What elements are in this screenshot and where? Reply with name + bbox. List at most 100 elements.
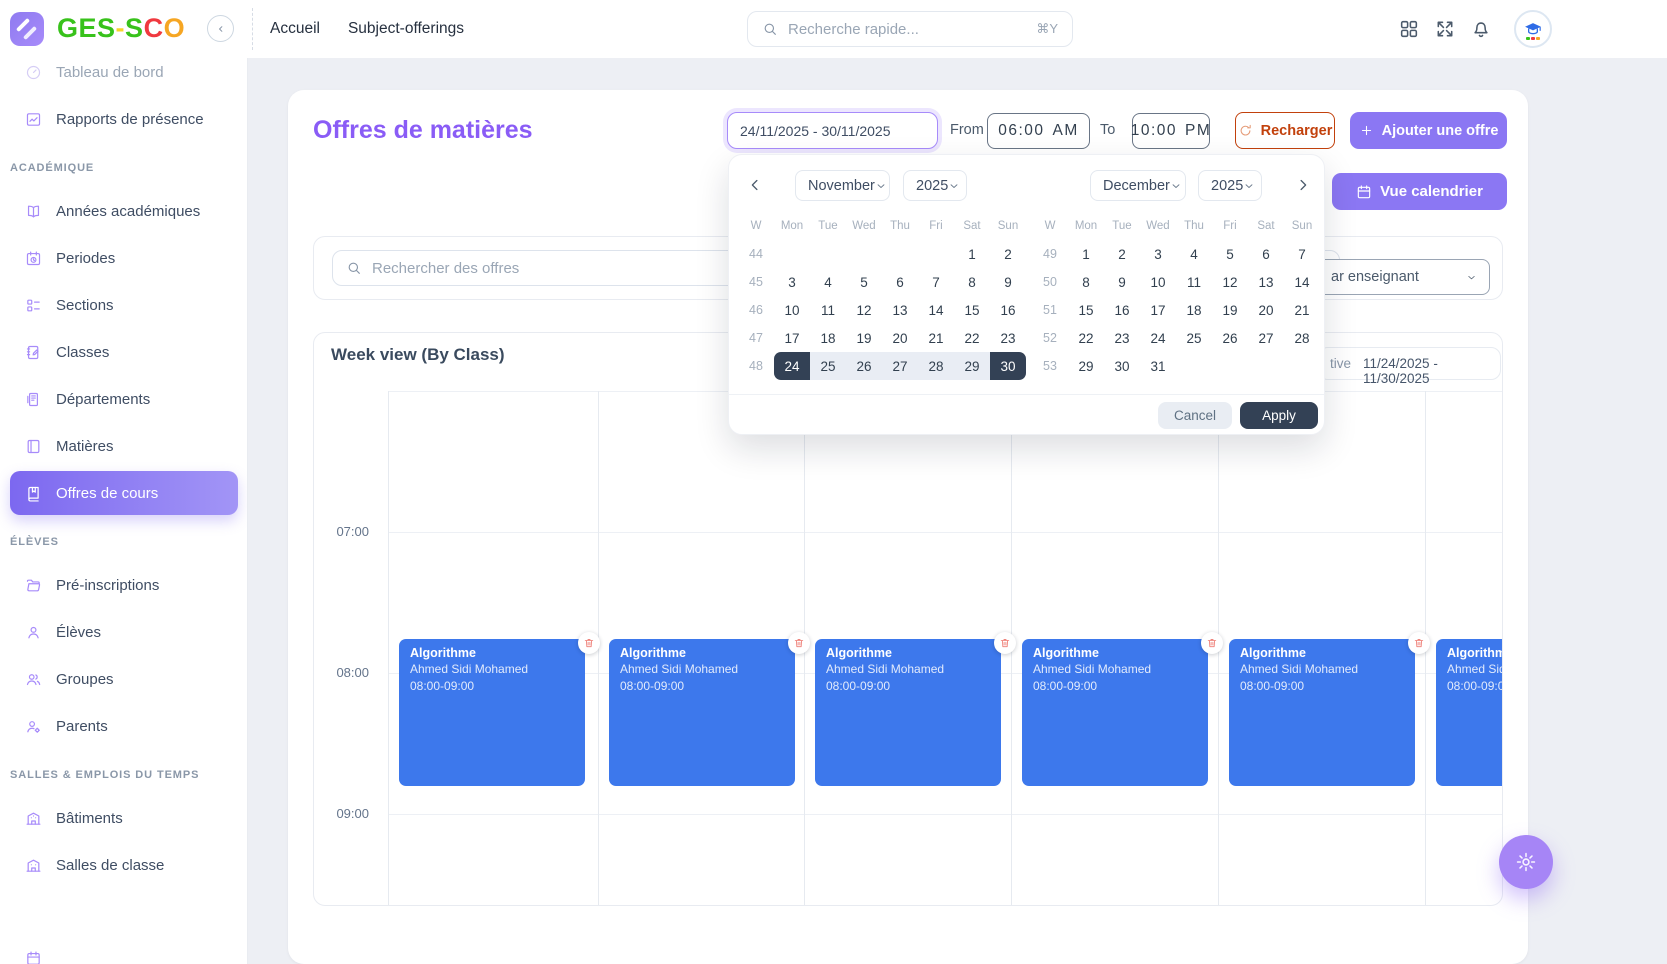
sidebar-item-salles-de-classe[interactable]: Salles de classe: [10, 843, 238, 887]
calendar-day[interactable]: 19: [1212, 296, 1248, 324]
delete-event-button[interactable]: [1201, 632, 1223, 654]
calendar-day[interactable]: 27: [1248, 324, 1284, 352]
notifications-button[interactable]: [1470, 18, 1492, 40]
sidebar-item-annees-academiques[interactable]: Années académiques: [10, 189, 238, 233]
calendar-day[interactable]: 21: [918, 324, 954, 352]
nav-link-subject-offerings[interactable]: Subject-offerings: [348, 20, 464, 38]
calendar-day[interactable]: 16: [1104, 296, 1140, 324]
calendar-day[interactable]: 9: [1104, 268, 1140, 296]
calendar-day[interactable]: 12: [1212, 268, 1248, 296]
calendar-day[interactable]: 13: [1248, 268, 1284, 296]
sidebar-item-groupes[interactable]: Groupes: [10, 657, 238, 701]
calendar-day[interactable]: 1: [1068, 240, 1104, 268]
calendar-day[interactable]: 19: [846, 324, 882, 352]
delete-event-button[interactable]: [788, 632, 810, 654]
calendar-day[interactable]: 4: [810, 268, 846, 296]
cancel-button[interactable]: Cancel: [1158, 402, 1232, 429]
calendar-day[interactable]: 6: [882, 268, 918, 296]
calendar-day[interactable]: 20: [1248, 296, 1284, 324]
calendar-view-button[interactable]: Vue calendrier: [1332, 173, 1507, 210]
calendar-day[interactable]: 1: [954, 240, 990, 268]
calendar-day[interactable]: 27: [882, 352, 918, 380]
calendar-day[interactable]: 17: [774, 324, 810, 352]
calendar-day[interactable]: 28: [918, 352, 954, 380]
delete-event-button[interactable]: [994, 632, 1016, 654]
calendar-day[interactable]: 2: [990, 240, 1026, 268]
global-search-input[interactable]: Recherche rapide... ⌘Y: [747, 11, 1073, 47]
right-month-select[interactable]: December: [1090, 170, 1186, 201]
sidebar-item-departements[interactable]: Départements: [10, 377, 238, 421]
apps-grid-button[interactable]: [1398, 18, 1420, 40]
calendar-day[interactable]: 16: [990, 296, 1026, 324]
calendar-event[interactable]: AlgorithmeAhmed Sidi Mohamed08:00-09:00: [399, 639, 585, 786]
calendar-day[interactable]: 14: [1284, 268, 1320, 296]
calendar-day[interactable]: 3: [774, 268, 810, 296]
calendar-day[interactable]: 14: [918, 296, 954, 324]
sidebar-item-eleves[interactable]: Élèves: [10, 610, 238, 654]
sidebar-item-timetable-icon[interactable]: [10, 936, 238, 964]
sidebar-item-classes[interactable]: Classes: [10, 330, 238, 374]
fullscreen-button[interactable]: [1434, 18, 1456, 40]
from-time-input[interactable]: 06:00AM: [987, 113, 1090, 149]
calendar-day[interactable]: 29: [954, 352, 990, 380]
calendar-day[interactable]: 10: [774, 296, 810, 324]
user-avatar[interactable]: [1514, 10, 1552, 48]
add-offer-button[interactable]: Ajouter une offre: [1350, 112, 1507, 149]
nav-link-accueil[interactable]: Accueil: [270, 20, 320, 38]
calendar-event[interactable]: AlgorithmeAhmed Sidi Mohamed08:00-09:00: [1229, 639, 1415, 786]
calendar-day[interactable]: 8: [1068, 268, 1104, 296]
prev-month-button[interactable]: [744, 175, 766, 197]
sidebar-collapse-button[interactable]: [207, 15, 234, 42]
calendar-day[interactable]: 12: [846, 296, 882, 324]
calendar-day[interactable]: 18: [1176, 296, 1212, 324]
to-time-input[interactable]: 10:00PM: [1132, 113, 1210, 149]
date-range-input[interactable]: 24/11/2025 - 30/11/2025: [727, 112, 938, 149]
calendar-day[interactable]: 29: [1068, 352, 1104, 380]
calendar-day[interactable]: 7: [1284, 240, 1320, 268]
calendar-day[interactable]: 3: [1140, 240, 1176, 268]
apply-button[interactable]: Apply: [1240, 402, 1318, 429]
left-year-select[interactable]: 2025: [903, 170, 967, 201]
teacher-filter-select[interactable]: ar enseignant: [1310, 259, 1490, 295]
calendar-day[interactable]: 2: [1104, 240, 1140, 268]
calendar-day[interactable]: 13: [882, 296, 918, 324]
calendar-day[interactable]: 24: [1140, 324, 1176, 352]
right-year-select[interactable]: 2025: [1198, 170, 1262, 201]
calendar-day[interactable]: 5: [846, 268, 882, 296]
calendar-day[interactable]: 25: [1176, 324, 1212, 352]
calendar-day[interactable]: 15: [954, 296, 990, 324]
calendar-day[interactable]: 31: [1140, 352, 1176, 380]
next-month-button[interactable]: [1292, 175, 1314, 197]
calendar-day[interactable]: 4: [1176, 240, 1212, 268]
calendar-day[interactable]: 26: [1212, 324, 1248, 352]
calendar-day[interactable]: 30: [1104, 352, 1140, 380]
calendar-event[interactable]: AlgorithmeAhmed Sidi Mohamed08:00-09:00: [609, 639, 795, 786]
sidebar-item-matieres[interactable]: Matières: [10, 424, 238, 468]
calendar-day[interactable]: 30: [990, 352, 1026, 380]
calendar-day[interactable]: 23: [1104, 324, 1140, 352]
sidebar-item-tableau-de-bord[interactable]: Tableau de bord: [10, 58, 238, 94]
calendar-day[interactable]: 18: [810, 324, 846, 352]
calendar-day[interactable]: 15: [1068, 296, 1104, 324]
calendar-day[interactable]: 5: [1212, 240, 1248, 268]
calendar-day[interactable]: 23: [990, 324, 1026, 352]
sidebar-item-pre-inscriptions[interactable]: Pré-inscriptions: [10, 563, 238, 607]
calendar-day[interactable]: 8: [954, 268, 990, 296]
calendar-day[interactable]: 11: [810, 296, 846, 324]
calendar-day[interactable]: 10: [1140, 268, 1176, 296]
calendar-day[interactable]: 26: [846, 352, 882, 380]
left-month-select[interactable]: November: [795, 170, 890, 201]
calendar-event[interactable]: AlgorithmeAhmed Sidi Mohamed08:00-09:00: [1022, 639, 1208, 786]
calendar-day[interactable]: 22: [954, 324, 990, 352]
sidebar-item-parents[interactable]: Parents: [10, 704, 238, 748]
calendar-day[interactable]: 20: [882, 324, 918, 352]
calendar-day[interactable]: 24: [774, 352, 810, 380]
sidebar-item-rapports-de-presence[interactable]: Rapports de présence: [10, 97, 238, 141]
sidebar-item-periodes[interactable]: Periodes: [10, 236, 238, 280]
calendar-day[interactable]: 7: [918, 268, 954, 296]
delete-event-button[interactable]: [1408, 632, 1430, 654]
calendar-day[interactable]: 6: [1248, 240, 1284, 268]
calendar-event[interactable]: AlgorithmeAhmed Sidi Mohamed08:00-09:00: [815, 639, 1001, 786]
calendar-day[interactable]: 21: [1284, 296, 1320, 324]
calendar-day[interactable]: 9: [990, 268, 1026, 296]
